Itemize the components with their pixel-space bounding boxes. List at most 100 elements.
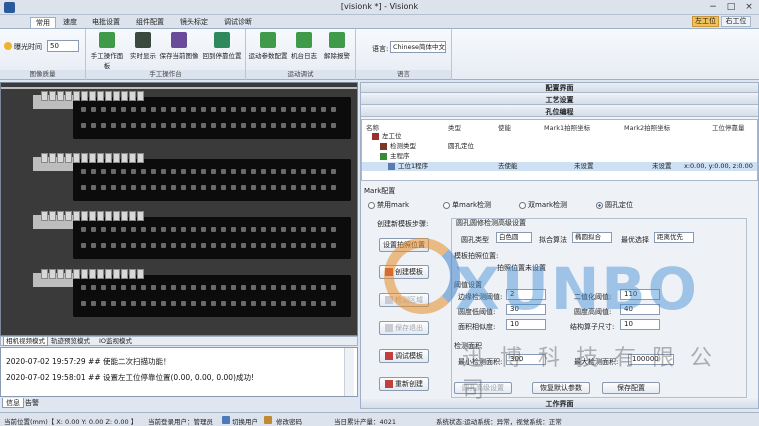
connector-hole	[91, 169, 96, 174]
radio-single-mark[interactable]: 单mark检测	[443, 200, 491, 210]
switch-user-link[interactable]: 切换用户	[232, 416, 258, 426]
connector-hole	[151, 185, 156, 190]
tree-row[interactable]: 工位1程序 去使能 未设置 未设置 x:0.00, y:0.00, z:0.00	[362, 162, 757, 171]
tab-debug-diagnosis[interactable]: 调试诊断	[220, 17, 256, 28]
window-title: [visionk *] - Visionk	[340, 2, 419, 11]
connector-hole	[171, 107, 176, 112]
tab-screwdriver-settings[interactable]: 电批设置	[88, 17, 124, 28]
group-label-language: 语言	[356, 70, 451, 79]
tab-io-monitor[interactable]: IO监视模式	[97, 337, 134, 346]
exposure-input[interactable]: 50	[47, 40, 79, 52]
connector-hole	[191, 285, 196, 290]
connector-hole	[331, 301, 336, 306]
save-exit-button[interactable]: 保存退出	[379, 321, 429, 335]
connector-pin	[129, 211, 136, 221]
connector-hole	[151, 243, 156, 248]
connector-hole	[301, 107, 306, 112]
tree-row[interactable]: 主程序	[362, 152, 757, 161]
left-station-button[interactable]: 左工位	[692, 16, 719, 27]
tree-row[interactable]: 左工位	[362, 132, 757, 141]
tab-camera-video[interactable]: 相机视频模式	[3, 337, 48, 346]
connector-hole	[321, 227, 326, 232]
minimize-button[interactable]: −	[706, 2, 720, 13]
camera-view[interactable]	[0, 82, 358, 336]
connector-pin	[57, 153, 64, 163]
connector-hole	[301, 169, 306, 174]
save-image-button[interactable]: 保存当前图像	[158, 32, 200, 60]
connector-hole	[161, 285, 166, 290]
manual-panel-button[interactable]: 手工操作面板	[88, 32, 126, 70]
connector-hole	[221, 227, 226, 232]
right-station-button[interactable]: 右工位	[721, 16, 751, 27]
language-select[interactable]: Chinese简体中文	[390, 41, 446, 53]
connector-hole	[271, 169, 276, 174]
section-process[interactable]: 工艺设置	[361, 95, 758, 105]
group-label-motion: 运动调试	[246, 70, 355, 79]
tab-lens-calibration[interactable]: 镜头标定	[176, 17, 212, 28]
connector-hole	[251, 285, 256, 290]
connector-hole	[91, 227, 96, 232]
radio-hole-locate[interactable]: 圆孔定位	[596, 200, 633, 210]
connector-hole	[161, 185, 166, 190]
connector-hole	[231, 227, 236, 232]
motion-params-button[interactable]: 运动参数配置	[248, 32, 288, 60]
radio-double-mark[interactable]: 双mark检测	[519, 200, 567, 210]
connector-hole	[311, 123, 316, 128]
connector-hole	[91, 301, 96, 306]
log-scrollbar[interactable]	[344, 348, 354, 396]
connector-hole	[251, 243, 256, 248]
clear-alarm-button[interactable]: 解除报警	[322, 32, 352, 60]
connector-hole	[101, 185, 106, 190]
connector-pin	[73, 91, 80, 101]
struct-size-label: 结构算子尺寸:	[570, 323, 615, 331]
hole-type-select[interactable]: 白色圆	[496, 232, 532, 243]
close-button[interactable]: ×	[742, 2, 756, 13]
connector-hole	[241, 301, 246, 306]
connector-hole	[121, 185, 126, 190]
connector-hole	[171, 123, 176, 128]
monitor-icon	[135, 32, 151, 48]
radio-disable-mark[interactable]: 禁用mark	[368, 200, 409, 210]
maximize-button[interactable]: □	[724, 2, 738, 13]
group-manual-ops: 手工操作面板 实时显示 保存当前图像 回到停靠位置 手工操作台	[86, 29, 246, 80]
tree-row[interactable]: 检测类型 圆孔定位	[362, 142, 757, 151]
connector-hole	[111, 185, 116, 190]
connector-hole	[231, 123, 236, 128]
connector-hole	[301, 185, 306, 190]
machine-log-button[interactable]: 机台日志	[290, 32, 318, 60]
tab-component-config[interactable]: 组件配置	[132, 17, 168, 28]
exposure-label: 曝光时间	[14, 43, 42, 51]
tab-common[interactable]: 常用	[30, 17, 56, 28]
priority-select[interactable]: 距离优先	[654, 232, 694, 243]
column-header: Mark2拍照坐标	[624, 124, 671, 132]
connector-pin	[113, 211, 120, 221]
connector-hole	[131, 285, 136, 290]
connector-hole	[111, 285, 116, 290]
live-display-button[interactable]: 实时显示	[128, 32, 158, 60]
column-header: Mark1拍照坐标	[544, 124, 591, 132]
tab-info[interactable]: 信息	[2, 398, 24, 408]
connector-hole	[221, 107, 226, 112]
connector-hole	[111, 107, 116, 112]
connector-hole	[161, 169, 166, 174]
section-hole-programming[interactable]: 孔位编程	[361, 107, 758, 117]
section-config[interactable]: 配置界面	[361, 83, 758, 93]
ribbon-tab-bar: 常用 速度 电批设置 组件配置 镜头标定 调试诊断	[0, 15, 759, 28]
connector-hole	[81, 243, 86, 248]
tab-speed[interactable]: 速度	[60, 17, 80, 28]
connector-hole	[131, 107, 136, 112]
connector-strip-1	[73, 97, 351, 139]
connector-hole	[231, 169, 236, 174]
connector-pin	[81, 153, 88, 163]
connector-hole	[311, 185, 316, 190]
return-dock-button[interactable]: 回到停靠位置	[200, 32, 244, 60]
log-panel: 2020-07-02 19:57:29 ## 使能二次扫描功能！ 2020-07…	[0, 347, 358, 397]
debug-template-button[interactable]: 调试模板	[379, 349, 429, 363]
tab-track-preview[interactable]: 轨迹预览模式	[49, 337, 92, 346]
connector-hole	[231, 301, 236, 306]
change-password-link[interactable]: 修改密码	[276, 416, 302, 426]
fit-algorithm-select[interactable]: 椭圆拟合	[572, 232, 612, 243]
column-header: 使能	[498, 124, 511, 132]
tab-alarm[interactable]: 告警	[22, 398, 42, 408]
recreate-button[interactable]: 重新创建	[379, 377, 429, 391]
